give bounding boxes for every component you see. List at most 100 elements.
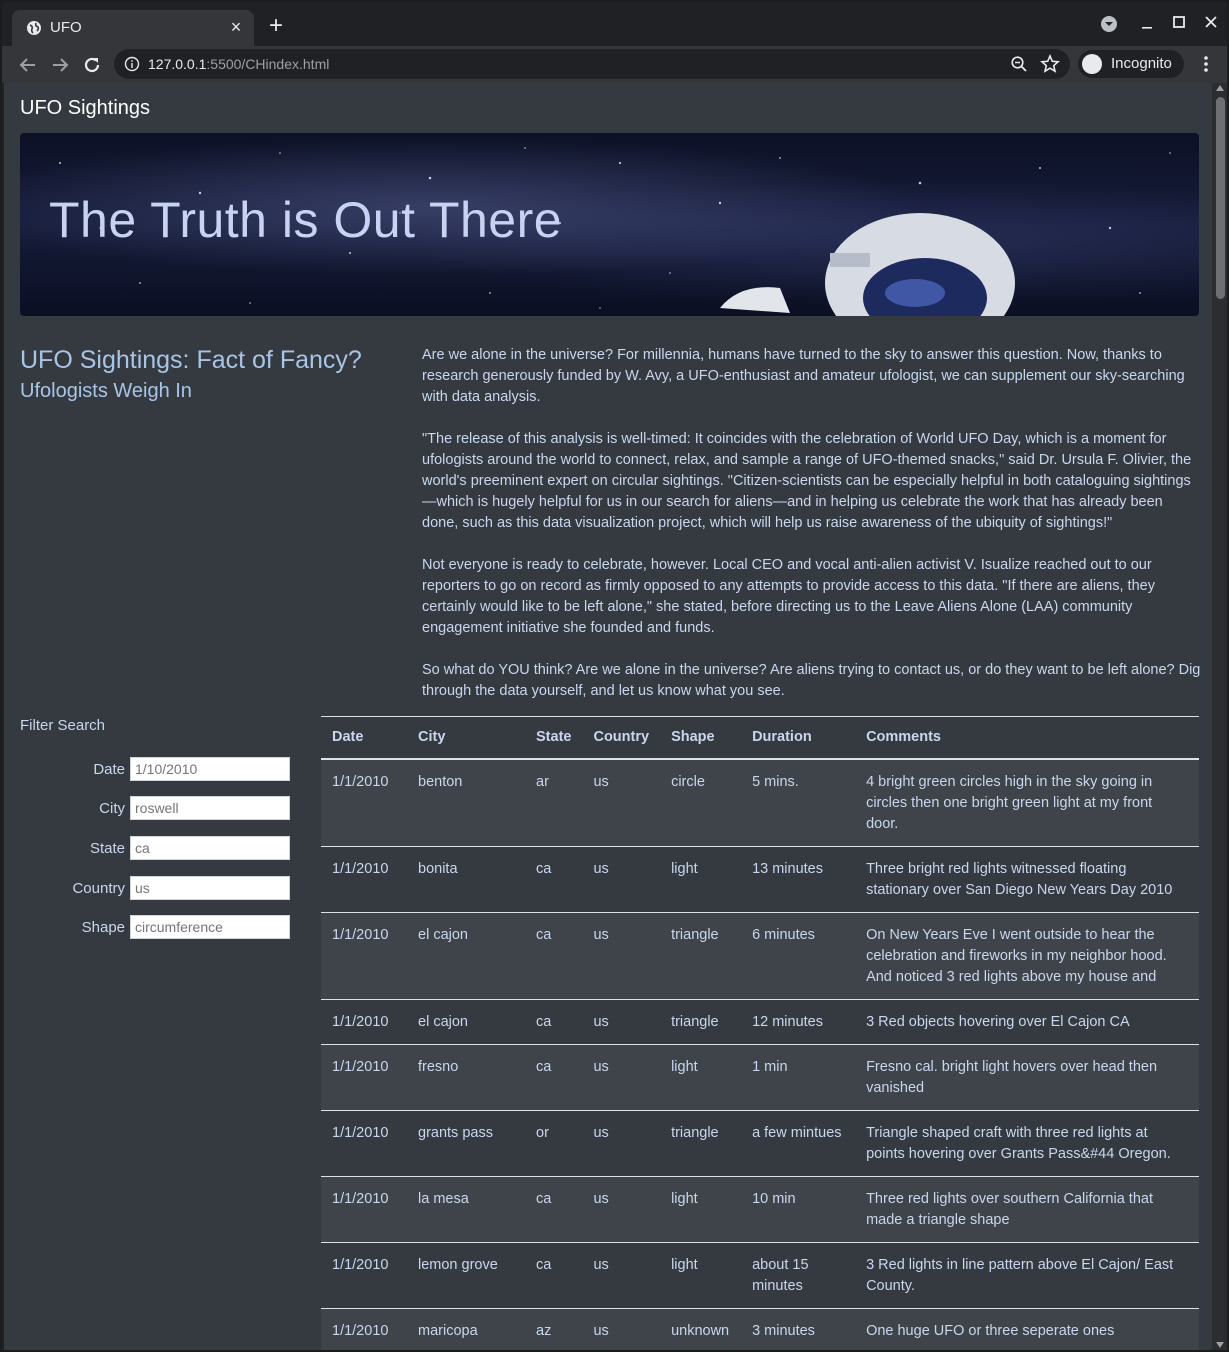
- url-path: :5500/CHindex.html: [206, 56, 330, 72]
- cell-comments: One huge UFO or three seperate ones: [855, 1308, 1199, 1350]
- cell-date: 1/1/2010: [321, 999, 407, 1045]
- navbar-brand[interactable]: UFO Sightings: [20, 97, 150, 120]
- zoom-out-icon[interactable]: [1010, 55, 1028, 73]
- cell-country: us: [582, 1044, 661, 1111]
- cell-country: us: [582, 1176, 661, 1243]
- cell-city: el cajon: [407, 999, 525, 1045]
- cell-city: grants pass: [407, 1110, 525, 1177]
- cell-country: us: [582, 1242, 661, 1309]
- cell-date: 1/1/2010: [321, 912, 407, 1000]
- column-header-comments[interactable]: Comments: [855, 716, 1199, 760]
- country-label: Country: [72, 880, 125, 897]
- hero-banner: The Truth is Out There: [20, 133, 1199, 316]
- close-window-icon[interactable]: [1199, 12, 1223, 36]
- cell-duration: about 15 minutes: [741, 1242, 856, 1309]
- date-input[interactable]: [130, 757, 290, 781]
- cell-country: us: [582, 999, 661, 1045]
- column-header-country[interactable]: Country: [582, 716, 661, 760]
- tab-search-icon[interactable]: [1097, 12, 1121, 36]
- cell-date: 1/1/2010: [321, 1110, 407, 1177]
- cell-city: bonita: [407, 846, 525, 913]
- close-tab-icon[interactable]: ×: [226, 17, 246, 37]
- city-input[interactable]: [130, 796, 290, 820]
- cell-comments: 3 Red lights in line pattern above El Ca…: [855, 1242, 1199, 1309]
- cell-shape: circle: [660, 758, 742, 847]
- column-header-duration[interactable]: Duration: [741, 716, 856, 760]
- column-header-date[interactable]: Date: [321, 716, 407, 760]
- cell-duration: 6 minutes: [741, 912, 856, 1000]
- table-row: 1/1/2010 el cajon ca us triangle 12 minutes 3 …: [321, 999, 1199, 1045]
- maximize-icon[interactable]: [1167, 12, 1191, 36]
- column-header-state[interactable]: State: [525, 716, 583, 760]
- bookmark-star-icon[interactable]: [1040, 54, 1060, 74]
- cell-country: us: [582, 912, 661, 1000]
- column-header-shape[interactable]: Shape: [660, 716, 742, 760]
- cell-shape: light: [660, 1242, 742, 1309]
- page-scrollbar[interactable]: [1212, 83, 1227, 1350]
- cell-comments: Triangle shaped craft with three red lig…: [855, 1110, 1199, 1177]
- cell-comments: Fresno cal. bright light hovers over hea…: [855, 1044, 1199, 1111]
- cell-shape: triangle: [660, 1110, 742, 1177]
- cell-city: benton: [407, 758, 525, 847]
- cell-city: fresno: [407, 1044, 525, 1111]
- cell-city: la mesa: [407, 1176, 525, 1243]
- globe-icon: [27, 21, 41, 35]
- cell-shape: triangle: [660, 912, 742, 1000]
- cell-comments: 4 bright green circles high in the sky g…: [855, 758, 1199, 847]
- country-input[interactable]: [130, 876, 290, 900]
- cell-comments: On New Years Eve I went outside to hear …: [855, 912, 1199, 1000]
- shape-input[interactable]: [130, 915, 290, 939]
- astronaut-image: [720, 213, 1015, 316]
- cell-state: az: [525, 1308, 583, 1350]
- new-tab-icon[interactable]: +: [264, 14, 288, 38]
- cell-duration: 13 minutes: [741, 846, 856, 913]
- cell-country: us: [582, 758, 661, 847]
- cell-shape: light: [660, 1044, 742, 1111]
- address-bar[interactable]: 127.0.0.1:5500/CHindex.html: [114, 49, 1070, 79]
- cell-city: maricopa: [407, 1308, 525, 1350]
- filter-city-row: City: [20, 796, 290, 822]
- cell-country: us: [582, 846, 661, 913]
- state-input[interactable]: [130, 836, 290, 860]
- column-header-city[interactable]: City: [407, 716, 525, 760]
- kebab-menu-icon[interactable]: [1196, 54, 1216, 74]
- browser-tab[interactable]: UFO ×: [12, 10, 254, 46]
- cell-duration: a few mintues: [741, 1110, 856, 1177]
- reload-icon[interactable]: [80, 53, 104, 77]
- article-headline: UFO Sightings: Fact of Fancy?: [20, 346, 362, 374]
- table-row: 1/1/2010 la mesa ca us light 10 min Three red …: [321, 1176, 1199, 1243]
- scroll-up-arrow-icon[interactable]: [1216, 85, 1224, 91]
- incognito-badge[interactable]: Incognito: [1078, 50, 1184, 78]
- hero-title: The Truth is Out There: [49, 192, 563, 248]
- info-icon[interactable]: [124, 56, 140, 72]
- ufo-table-container: Date City State Country Shape Duration C…: [321, 716, 1199, 1350]
- shape-label: Shape: [81, 919, 125, 936]
- article-subheadline: Ufologists Weigh In: [20, 380, 192, 402]
- cell-city: el cajon: [407, 912, 525, 1000]
- cell-date: 1/1/2010: [321, 1176, 407, 1243]
- url-host: 127.0.0.1: [148, 56, 207, 72]
- filter-date-row: Date: [20, 757, 290, 783]
- cell-shape: triangle: [660, 999, 742, 1045]
- filter-shape-row: Shape: [20, 915, 290, 941]
- article-paragraph: "The release of this analysis is well-ti…: [422, 431, 1192, 531]
- cell-date: 1/1/2010: [321, 1242, 407, 1309]
- minimize-icon[interactable]: [1135, 12, 1159, 36]
- url-text: 127.0.0.1:5500/CHindex.html: [148, 56, 329, 72]
- cell-date: 1/1/2010: [321, 758, 407, 847]
- article-paragraph: Not everyone is ready to celebrate, howe…: [422, 557, 1155, 636]
- scroll-down-arrow-icon[interactable]: [1216, 1342, 1224, 1348]
- cell-shape: light: [660, 1176, 742, 1243]
- cell-comments: Three red lights over southern Californi…: [855, 1176, 1199, 1243]
- cell-duration: 10 min: [741, 1176, 856, 1243]
- forward-arrow-icon[interactable]: [48, 53, 72, 77]
- back-arrow-icon[interactable]: [16, 53, 40, 77]
- browser-window: UFO × + 127.0.0.1:5500/CHindex.html Inco…: [0, 0, 1229, 1352]
- table-header-row: Date City State Country Shape Duration C…: [321, 716, 1199, 760]
- table-row: 1/1/2010 maricopa az us unknown 3 minutes One …: [321, 1308, 1199, 1350]
- cell-state: ca: [525, 1044, 583, 1111]
- date-label: Date: [93, 761, 125, 778]
- cell-state: ca: [525, 1242, 583, 1309]
- scrollbar-thumb[interactable]: [1216, 97, 1225, 299]
- incognito-icon: [1082, 54, 1102, 74]
